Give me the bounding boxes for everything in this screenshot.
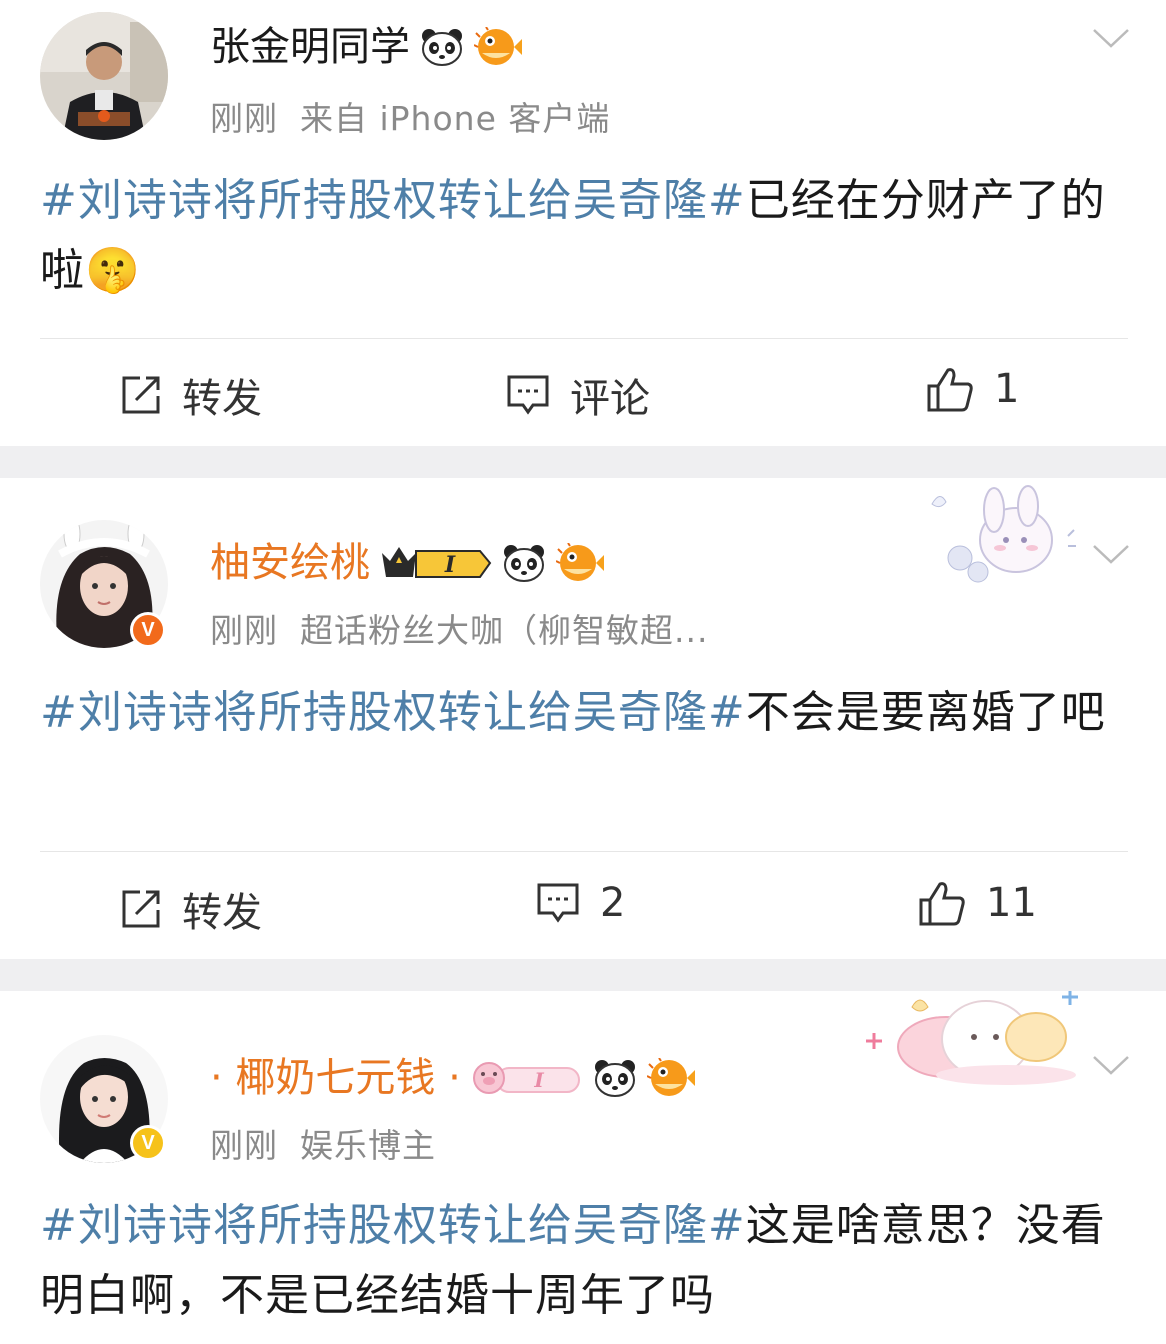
repost-button[interactable]: 转发 [120,880,262,938]
post-body: 不会是要离婚了吧 [745,687,1106,738]
comment-label: 评论 [570,376,650,422]
divider [40,851,1128,852]
post-time: 刚刚 [210,1126,278,1165]
post-separator [0,959,1166,991]
post-source[interactable]: 超话粉丝大咖（柳智敏超... [300,611,708,650]
avatar[interactable] [40,12,168,140]
post-meta: 刚刚 超话粉丝大咖（柳智敏超... [210,604,730,652]
bunny-decoration-icon [866,991,1078,1085]
post-card-3: V · 椰奶七元钱 · I 刚刚 娱乐博主 #刘诗诗将所持股权转让给吴奇隆#这是… [0,991,1166,1344]
panda-icon [504,545,544,582]
post-meta: 刚刚 娱乐博主 [210,1119,458,1167]
pufferfish-icon [474,27,522,65]
post-meta: 刚刚 来自 iPhone 客户端 [210,92,632,140]
pufferfish-icon [646,1058,695,1096]
comment-button[interactable]: 评论 [506,366,650,424]
chevron-down-icon[interactable] [1092,26,1130,50]
post-text: #刘诗诗将所持股权转让给吴奇隆#这是啥意思？没看明白啊，不是已经结婚十周年了吗 [40,1191,1130,1331]
like-count: 11 [986,880,1037,926]
verified-badge-icon: V [130,612,166,648]
badge-level: I [533,1068,544,1092]
post-separator [0,446,1166,478]
badge-level: I [444,552,456,578]
shush-emoji: 🤫 [85,245,141,296]
username[interactable]: 柚安绘桃 [210,538,370,588]
panda-icon [594,1060,635,1097]
post-source[interactable]: 娱乐博主 [300,1126,436,1165]
repost-icon [122,890,160,928]
comment-icon [507,375,549,415]
repost-icon [122,376,160,414]
hashtag-link[interactable]: #刘诗诗将所持股权转让给吴奇隆# [40,175,746,226]
comment-count: 2 [600,880,626,926]
post-text: #刘诗诗将所持股权转让给吴奇隆#已经在分财产了的啦🤫 [40,166,1130,306]
post-time: 刚刚 [210,611,278,650]
bunny-decoration-icon [931,485,1076,583]
username[interactable]: · 椰奶七元钱 · [210,1053,461,1103]
like-count: 1 [994,366,1020,412]
crown-badge-icon: I [382,547,492,578]
hashtag-link[interactable]: #刘诗诗将所持股权转让给吴奇隆# [40,1200,746,1251]
pig-badge-icon: I [472,1062,580,1094]
post-card-2: V 柚安绘桃 I 刚刚 超话粉丝大咖（柳智敏超... #刘诗诗将所持股权转让给吴… [0,478,1166,959]
comment-button[interactable]: 2 [536,880,625,926]
pufferfish-icon [556,543,604,581]
username[interactable]: 张金明同学 [210,22,410,72]
hashtag-link[interactable]: #刘诗诗将所持股权转让给吴奇隆# [40,687,746,738]
comment-icon [537,883,579,923]
repost-label: 转发 [182,376,262,422]
chevron-down-icon[interactable] [1092,542,1130,566]
like-button[interactable]: 1 [926,366,1019,412]
username-row: 柚安绘桃 I [210,538,604,588]
like-icon [927,368,973,412]
repost-label: 转发 [182,890,262,936]
chevron-down-icon[interactable] [1092,1053,1130,1077]
verified-badge-icon: V [130,1125,166,1161]
repost-button[interactable]: 转发 [120,366,262,424]
username-row: · 椰奶七元钱 · I [210,1053,695,1103]
like-button[interactable]: 11 [918,880,1037,926]
post-card-1: 张金明同学 刚刚 来自 iPhone 客户端 #刘诗诗将所持股权转让给吴奇隆#已经… [0,0,1166,446]
divider [40,338,1128,339]
panda-icon [422,29,462,66]
post-source[interactable]: 来自 iPhone 客户端 [300,99,610,138]
username-row: 张金明同学 [210,22,522,72]
post-time: 刚刚 [210,99,278,138]
like-icon [919,882,965,926]
post-text: #刘诗诗将所持股权转让给吴奇隆#不会是要离婚了吧 [40,678,1130,748]
